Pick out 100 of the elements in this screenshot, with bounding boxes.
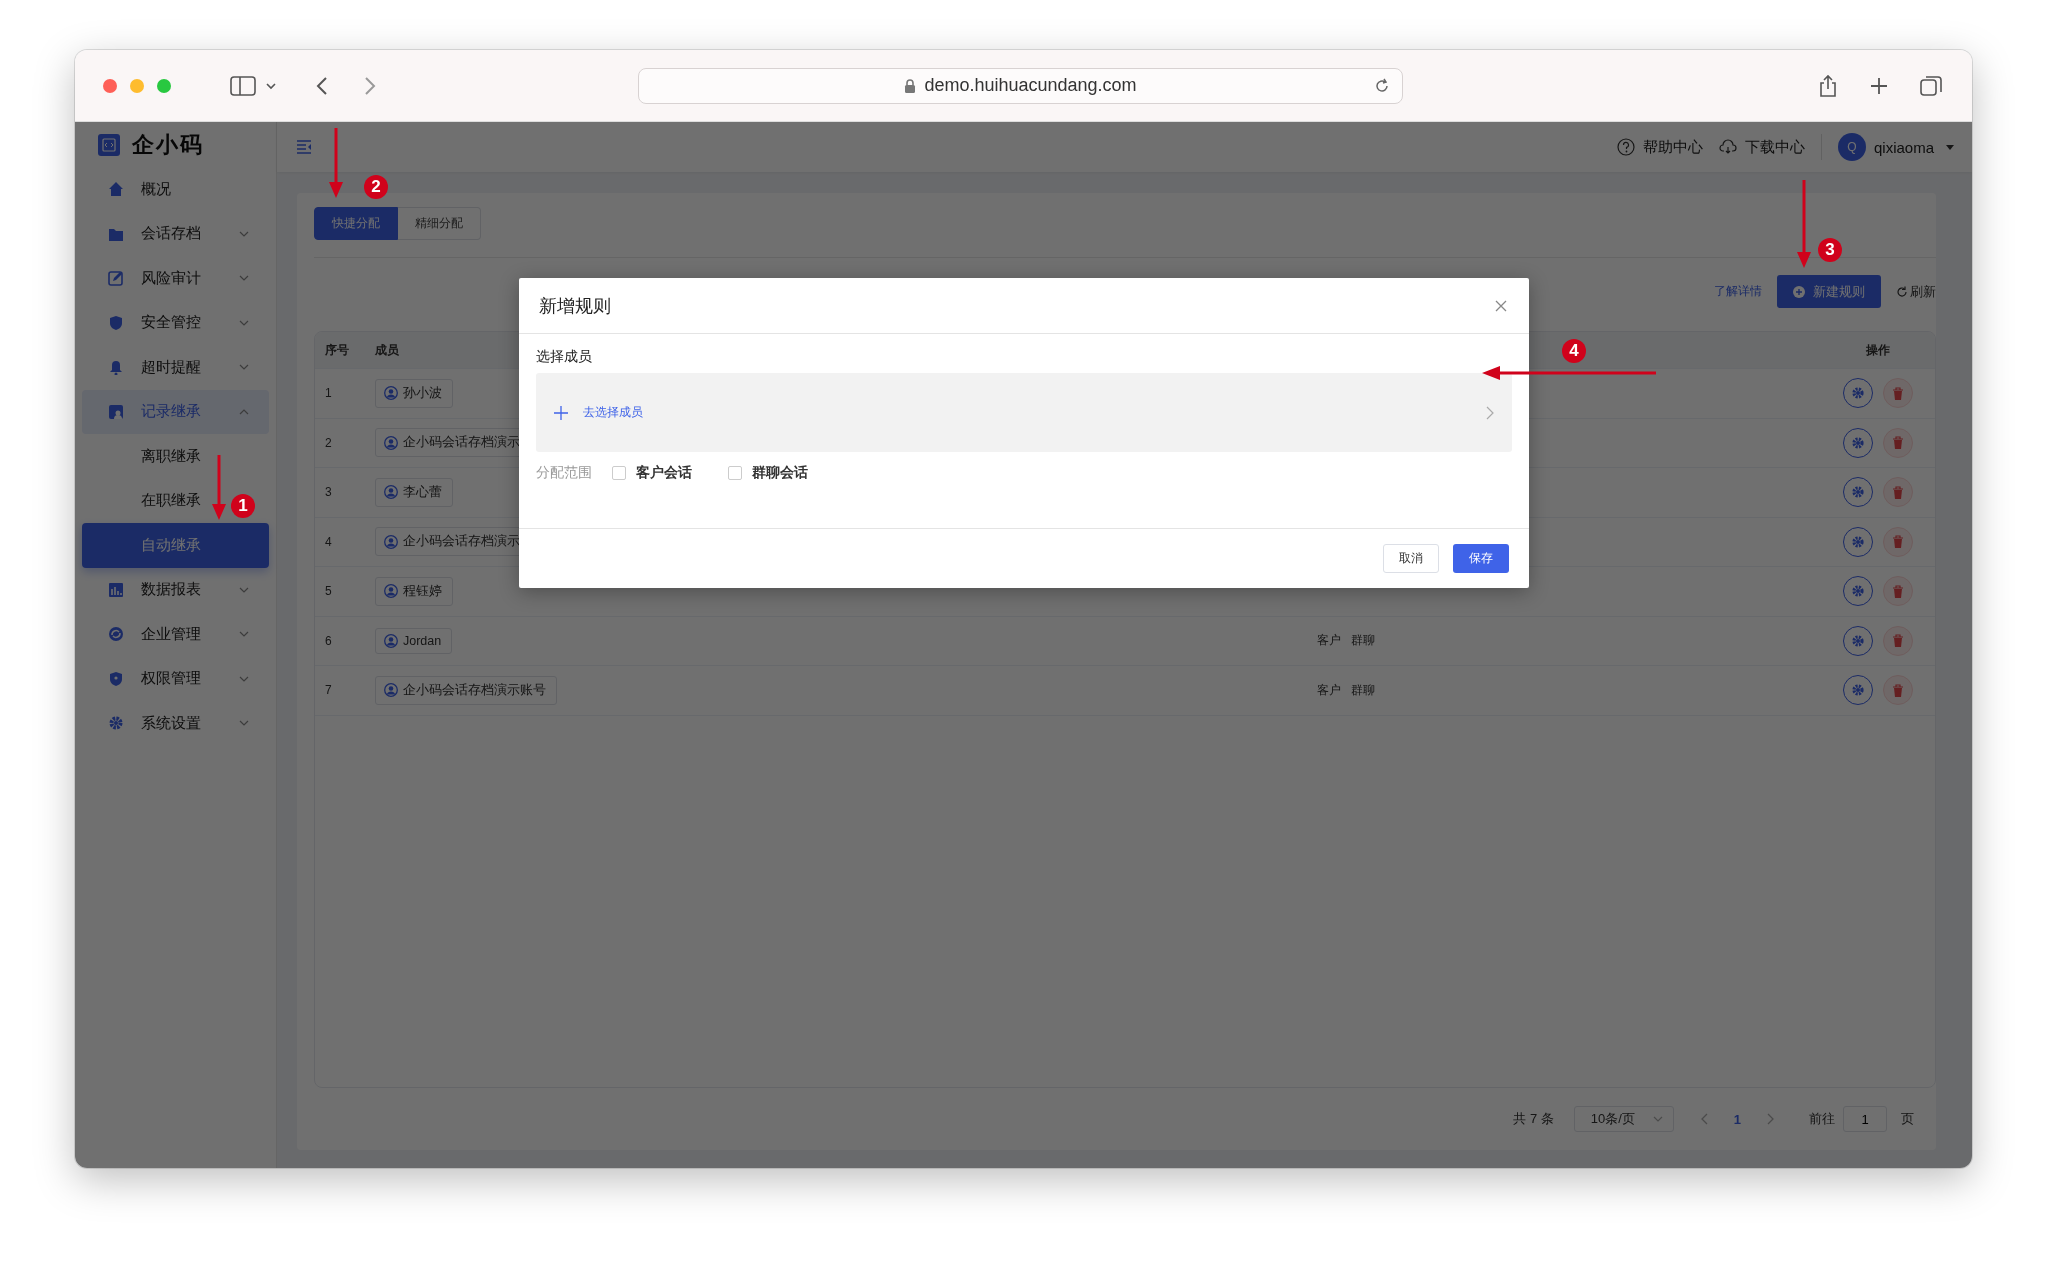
- table-cell: 2: [325, 435, 332, 450]
- nav-subitem[interactable]: 离职继承: [82, 434, 209, 479]
- field-label: 分配范围: [536, 464, 592, 482]
- trash-icon: [1891, 485, 1904, 499]
- nav-subitem[interactable]: 自动继承: [82, 523, 269, 568]
- page-size-select[interactable]: 10条/页: [1573, 1106, 1674, 1133]
- member-tag: Jordan: [375, 627, 453, 654]
- nav-item[interactable]: 记录继承: [82, 389, 269, 434]
- nav-item[interactable]: 会话存档: [82, 211, 269, 256]
- nav-item[interactable]: 数据报表: [82, 567, 269, 612]
- nav-item[interactable]: 安全管控: [82, 300, 269, 345]
- trash-icon: [1891, 386, 1904, 400]
- nav-subitem[interactable]: 在职继承: [82, 478, 209, 523]
- member-tag: 孙小波: [375, 378, 453, 408]
- table-cell: 4: [325, 534, 332, 549]
- chevron-icon: [239, 631, 249, 638]
- checkbox[interactable]: [728, 466, 742, 480]
- chevron-down-icon[interactable]: [266, 81, 276, 90]
- settings-icon: [1850, 386, 1865, 401]
- previous-page-icon[interactable]: [1699, 1113, 1708, 1126]
- new-rule-button[interactable]: 新建规则: [1777, 275, 1881, 308]
- trash-icon: [1891, 683, 1904, 697]
- tab[interactable]: 精细分配: [398, 207, 481, 240]
- dialog-title: 新增规则: [539, 294, 612, 318]
- share-icon[interactable]: [1818, 73, 1838, 98]
- settings-button[interactable]: [1842, 526, 1873, 557]
- total-count: 共 7 条: [1513, 1110, 1554, 1129]
- chevron-icon: [239, 408, 249, 415]
- user-icon: [384, 485, 398, 500]
- tab[interactable]: 快捷分配: [314, 207, 398, 240]
- page-suffix: 页: [1901, 1110, 1914, 1129]
- next-page-icon[interactable]: [1767, 1113, 1775, 1126]
- nav-item[interactable]: 权限管理: [82, 656, 269, 701]
- delete-button[interactable]: [1882, 526, 1913, 557]
- delete-button[interactable]: [1882, 625, 1913, 656]
- user-icon: [384, 633, 398, 648]
- close-icon[interactable]: [103, 78, 117, 93]
- delete-button[interactable]: [1882, 576, 1913, 607]
- checkbox[interactable]: [612, 466, 626, 480]
- page-input[interactable]: 1: [1843, 1106, 1887, 1133]
- settings-button[interactable]: [1842, 378, 1873, 409]
- table-cell: 1: [325, 386, 332, 401]
- menu-fold-icon[interactable]: [296, 140, 312, 154]
- nav-item[interactable]: 企业管理: [82, 612, 269, 657]
- user-icon: [384, 386, 398, 401]
- settings-button[interactable]: [1842, 477, 1873, 508]
- user-avatar[interactable]: Q: [1837, 133, 1866, 161]
- forward-icon[interactable]: [364, 75, 376, 96]
- step-number-badge: 2: [364, 175, 388, 199]
- close-icon: [1495, 299, 1507, 312]
- cancel-button[interactable]: 取消: [1383, 544, 1439, 573]
- lock-icon: [904, 78, 917, 93]
- user-icon: [384, 683, 398, 698]
- member-picker[interactable]: 去选择成员: [536, 373, 1512, 452]
- zoom-icon[interactable]: [157, 78, 171, 93]
- home-icon: [108, 181, 124, 198]
- edit-icon: [108, 270, 124, 287]
- annotation-arrow: [329, 128, 343, 198]
- shield-icon: [108, 670, 124, 687]
- back-icon[interactable]: [316, 75, 328, 96]
- minimize-icon[interactable]: [130, 78, 144, 93]
- settings-button[interactable]: [1842, 675, 1873, 706]
- help-link[interactable]: 帮助中心: [1642, 137, 1703, 157]
- member-tag: 企小码会话存档演示账号: [375, 675, 557, 705]
- address-bar[interactable]: demo.huihuacundang.com: [638, 67, 1403, 104]
- table-cell: 5: [325, 584, 332, 599]
- settings-button[interactable]: [1842, 427, 1873, 458]
- table-cell: 客户: [1317, 632, 1341, 650]
- details-link[interactable]: 了解详情: [1714, 283, 1762, 300]
- reload-icon[interactable]: [1374, 77, 1390, 94]
- refresh-button[interactable]: 刷新: [1896, 282, 1936, 301]
- delete-button[interactable]: [1882, 427, 1913, 458]
- settings-icon: [1850, 633, 1865, 648]
- save-button[interactable]: 保存: [1453, 544, 1509, 573]
- checkbox-option[interactable]: 客户会话: [612, 464, 692, 482]
- delete-button[interactable]: [1882, 477, 1913, 508]
- nav-item[interactable]: 超时提醒: [82, 345, 269, 390]
- user-name[interactable]: qixiaoma: [1873, 138, 1934, 156]
- chevron-icon: [239, 586, 249, 593]
- sidebar-toggle-icon[interactable]: [230, 75, 256, 96]
- member-tag: 程钰婷: [375, 576, 453, 606]
- plus-circle-icon: [1793, 285, 1805, 298]
- chevron-icon: [239, 275, 249, 282]
- chevron-icon: [239, 675, 249, 682]
- delete-button[interactable]: [1882, 378, 1913, 409]
- trash-icon: [1891, 634, 1904, 648]
- nav-item[interactable]: 系统设置: [82, 701, 269, 746]
- chevron-right-icon: [1486, 405, 1494, 420]
- nav-item[interactable]: 概况: [82, 167, 269, 212]
- page-number[interactable]: 1: [1733, 1111, 1741, 1127]
- member-tag: 李心蕾: [375, 477, 453, 507]
- delete-button[interactable]: [1882, 675, 1913, 706]
- settings-button[interactable]: [1842, 576, 1873, 607]
- table-cell: 客户: [1317, 681, 1341, 699]
- settings-button[interactable]: [1842, 625, 1873, 656]
- tabs-icon[interactable]: [1920, 74, 1942, 97]
- plus-icon[interactable]: [1870, 76, 1888, 95]
- nav-item[interactable]: 风险审计: [82, 256, 269, 301]
- checkbox-option[interactable]: 群聊会话: [728, 464, 808, 482]
- download-link[interactable]: 下载中心: [1744, 137, 1805, 157]
